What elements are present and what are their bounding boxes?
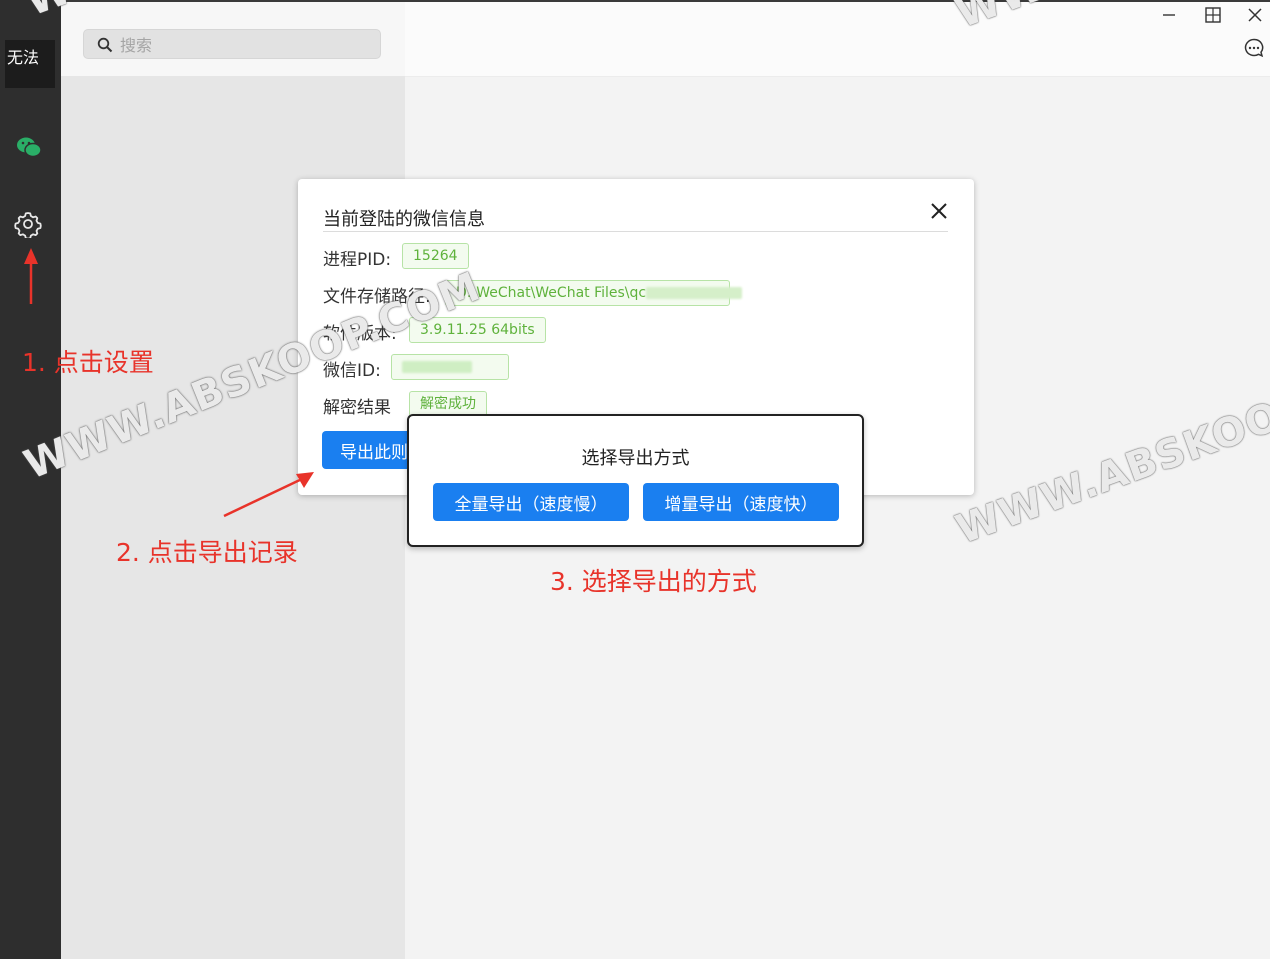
redacted-blur: [402, 361, 472, 373]
chat-bubble-more-icon[interactable]: [1243, 37, 1265, 59]
path-value: D:\WeChat\WeChat Files\qc: [456, 285, 647, 301]
wechat-chat-icon[interactable]: [14, 133, 44, 163]
annotation-step3: 3. 选择导出的方式: [550, 567, 757, 596]
red-arrow-up: [24, 248, 38, 304]
avatar-alt-text: 无法: [7, 48, 40, 67]
pid-label: 进程PID:: [323, 250, 392, 270]
annotation-step1: 1. 点击设置: [22, 348, 154, 377]
redacted-blur: [646, 287, 743, 299]
gear-icon[interactable]: [14, 210, 42, 238]
annotation-step2: 2. 点击导出记录: [116, 538, 298, 567]
window-top-border: [61, 0, 1270, 2]
search-icon: [97, 37, 113, 53]
decrypt-label: 解密结果: [323, 398, 391, 418]
search-input[interactable]: [118, 33, 372, 57]
path-value-tag: D:\WeChat\WeChat Files\qc: [445, 280, 743, 306]
pid-value: 15264: [402, 243, 469, 269]
incremental-export-button[interactable]: 增量导出（速度快）: [643, 483, 839, 521]
red-arrow-diagonal: [223, 472, 314, 518]
export-mode-title: 选择导出方式: [581, 448, 690, 469]
search-box[interactable]: [83, 29, 381, 59]
export-mode-dialog: 选择导出方式 全量导出（速度慢） 增量导出（速度快）: [407, 414, 864, 547]
maximize-icon[interactable]: [1202, 4, 1224, 26]
divider: [323, 231, 948, 232]
minimize-icon[interactable]: [1158, 4, 1180, 26]
full-export-button[interactable]: 全量导出（速度慢）: [433, 483, 629, 521]
wechat-id-value: [391, 354, 509, 380]
main-header: [405, 0, 1270, 77]
list-header: [61, 0, 405, 76]
dialog-title: 当前登陆的微信信息: [323, 209, 485, 230]
close-icon[interactable]: [927, 199, 951, 223]
avatar[interactable]: 无法: [5, 40, 55, 88]
close-window-icon[interactable]: [1244, 4, 1266, 26]
